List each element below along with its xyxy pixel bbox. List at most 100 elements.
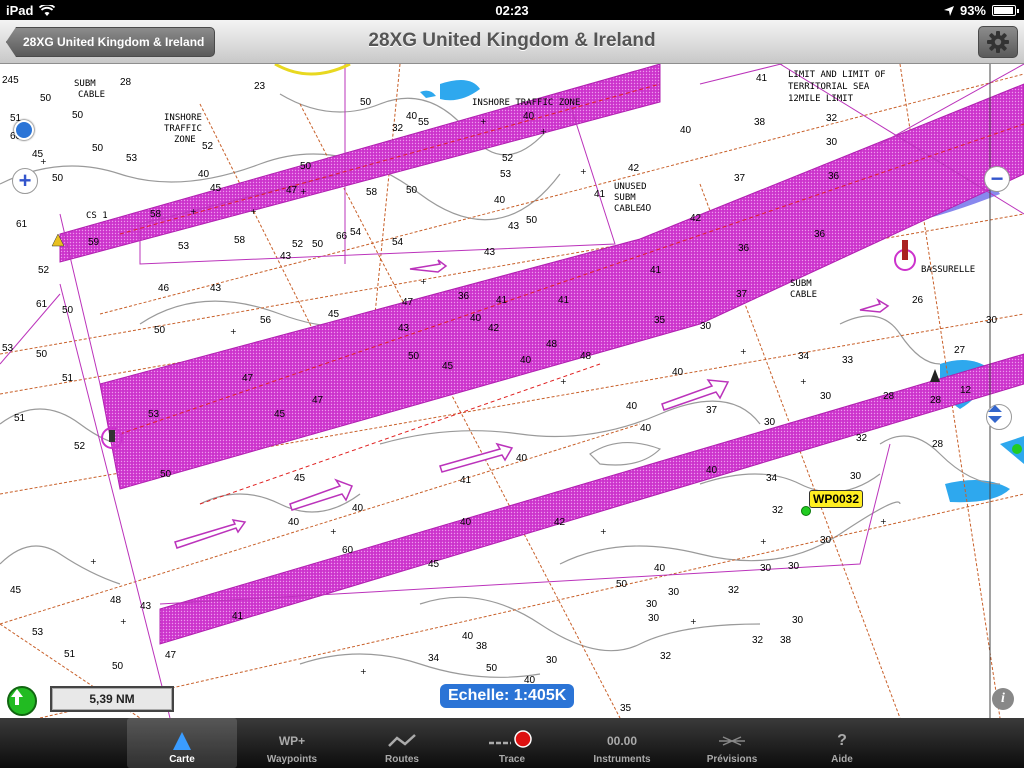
depth-sounding: 41 (496, 295, 508, 306)
depth-sounding: 30 (788, 561, 800, 572)
depth-sounding: 40 (470, 313, 482, 324)
depth-sounding: 50 (486, 663, 498, 674)
tab-label: Trace (498, 754, 526, 765)
layer-info-icon[interactable] (14, 120, 34, 140)
chart-label: 12MILE LIMIT (788, 94, 854, 104)
depth-sounding: 40 (626, 401, 638, 412)
svg-text:+: + (800, 377, 807, 386)
depth-sounding: 28 (930, 395, 942, 406)
tab-carte[interactable]: Carte (127, 718, 237, 768)
depth-sounding: 50 (616, 579, 628, 590)
depth-sounding: 50 (72, 110, 84, 121)
scale-indicator: Echelle: 1:405K (440, 684, 575, 708)
tab-label: Waypoints (266, 754, 318, 765)
depth-sounding: 41 (558, 295, 570, 306)
svg-text:+: + (40, 157, 47, 166)
distance-scale-bar: 5,39 NM (50, 686, 174, 712)
depth-sounding: 53 (32, 627, 44, 638)
depth-sounding: 35 (654, 315, 666, 326)
depth-sounding: 48 (110, 595, 122, 606)
chart-label: CABLE (78, 90, 105, 100)
tab-aide[interactable]: ? Aide (787, 718, 897, 768)
depth-sounding: 30 (820, 391, 832, 402)
depth-sounding: 36 (814, 229, 826, 240)
chart-label: TERRITORIAL SEA (788, 82, 870, 92)
depth-sounding: 51 (14, 413, 26, 424)
depth-sounding: 43 (508, 221, 520, 232)
depth-sounding: 53 (500, 169, 512, 180)
depth-sounding: 66 (336, 231, 348, 242)
depth-sounding: 50 (40, 93, 52, 104)
depth-sounding: 45 (10, 585, 22, 596)
depth-sounding: 30 (646, 599, 658, 610)
depth-sounding: 28 (120, 77, 132, 88)
depth-sounding: 50 (408, 351, 420, 362)
status-bar: iPad 02:23 93% (0, 0, 1024, 20)
nautical-chart[interactable]: SUBM CABLE INSHORE TRAFFIC ZONE INSHORE TRAFF… (0, 64, 1024, 718)
chart-label: CS 1 (86, 211, 108, 221)
depth-sounding: 32 (392, 123, 404, 134)
depth-sounding: 38 (476, 641, 488, 652)
depth-sounding: 30 (820, 535, 832, 546)
depth-sounding: 53 (178, 241, 190, 252)
zoom-in-button[interactable]: + (12, 168, 38, 194)
depth-sounding: 56 (260, 315, 272, 326)
tab-label: Instruments (593, 754, 651, 765)
waypoint-label[interactable]: WP0032 (809, 490, 864, 508)
depth-sounding: 38 (780, 635, 792, 646)
tab-previsions[interactable]: Prévisions (677, 718, 787, 768)
waypoint-marker[interactable] (801, 506, 811, 516)
depth-sounding: 12 (960, 385, 972, 396)
depth-sounding: 48 (546, 339, 558, 350)
chart-label: ZONE (174, 135, 196, 145)
depth-sounding: 41 (594, 189, 606, 200)
page-title: 28XG United Kingdom & Ireland (368, 30, 656, 51)
navigation-bar: 28XG United Kingdom & Ireland 28XG Unite… (0, 20, 1024, 64)
range-ring (274, 64, 351, 76)
depth-sounding: 60 (342, 545, 354, 556)
chart-label: TRAFFIC (164, 124, 202, 134)
depth-sounding: 40 (706, 465, 718, 476)
depth-sounding: 47 (165, 650, 177, 661)
location-arrow-icon (943, 5, 954, 16)
depth-sounding: 30 (648, 613, 660, 624)
settings-button[interactable] (978, 26, 1018, 58)
depth-sounding: 32 (660, 651, 672, 662)
depth-sounding: 40 (406, 111, 418, 122)
depth-sounding: 30 (668, 587, 680, 598)
tab-instruments[interactable]: 00.00 Instruments (567, 718, 677, 768)
svg-text:+: + (690, 617, 697, 626)
svg-text:+: + (330, 527, 337, 536)
north-up-button[interactable] (7, 686, 37, 716)
tab-label: Prévisions (706, 754, 758, 765)
depth-sounding: 52 (38, 265, 50, 276)
tab-routes[interactable]: Routes (347, 718, 457, 768)
depth-sounding: 50 (62, 305, 74, 316)
depth-sounding: 61 (16, 219, 28, 230)
depth-sounding: 30 (850, 471, 862, 482)
depth-sounding: 50 (360, 97, 372, 108)
chart-label: INSHORE TRAFFIC ZONE (472, 98, 580, 108)
gear-icon (987, 31, 1009, 53)
svg-text:+: + (580, 167, 587, 176)
depth-sounding: 32 (856, 433, 868, 444)
depth-sounding: 36 (738, 243, 750, 254)
tab-waypoints[interactable]: WP+ Waypoints (237, 718, 347, 768)
chart-canvas: SUBMCABLEINSHORETRAFFICZONEINSHORE TRAFF… (0, 64, 1024, 718)
instruments-icon: 00.00 (606, 734, 638, 748)
tab-label: Aide (831, 754, 853, 765)
tab-trace[interactable]: Trace (457, 718, 567, 768)
chart-label: CABLE (614, 204, 641, 214)
svg-text:+: + (760, 537, 767, 546)
chart-label: SUBM (74, 79, 96, 89)
depth-sounding: 54 (392, 237, 404, 248)
tab-bar: Carte WP+ Waypoints Routes Trace 00.00 I… (0, 718, 1024, 768)
battery-percent: 93% (959, 3, 986, 18)
waypoint-dot[interactable] (1012, 444, 1022, 454)
depth-sounding: 26 (912, 295, 924, 306)
pan-toggle-button[interactable] (986, 404, 1012, 430)
info-button[interactable]: i (992, 688, 1014, 710)
depth-sounding: 34 (428, 653, 440, 664)
zoom-out-button[interactable]: − (984, 166, 1010, 192)
depth-sounding: 50 (52, 173, 64, 184)
